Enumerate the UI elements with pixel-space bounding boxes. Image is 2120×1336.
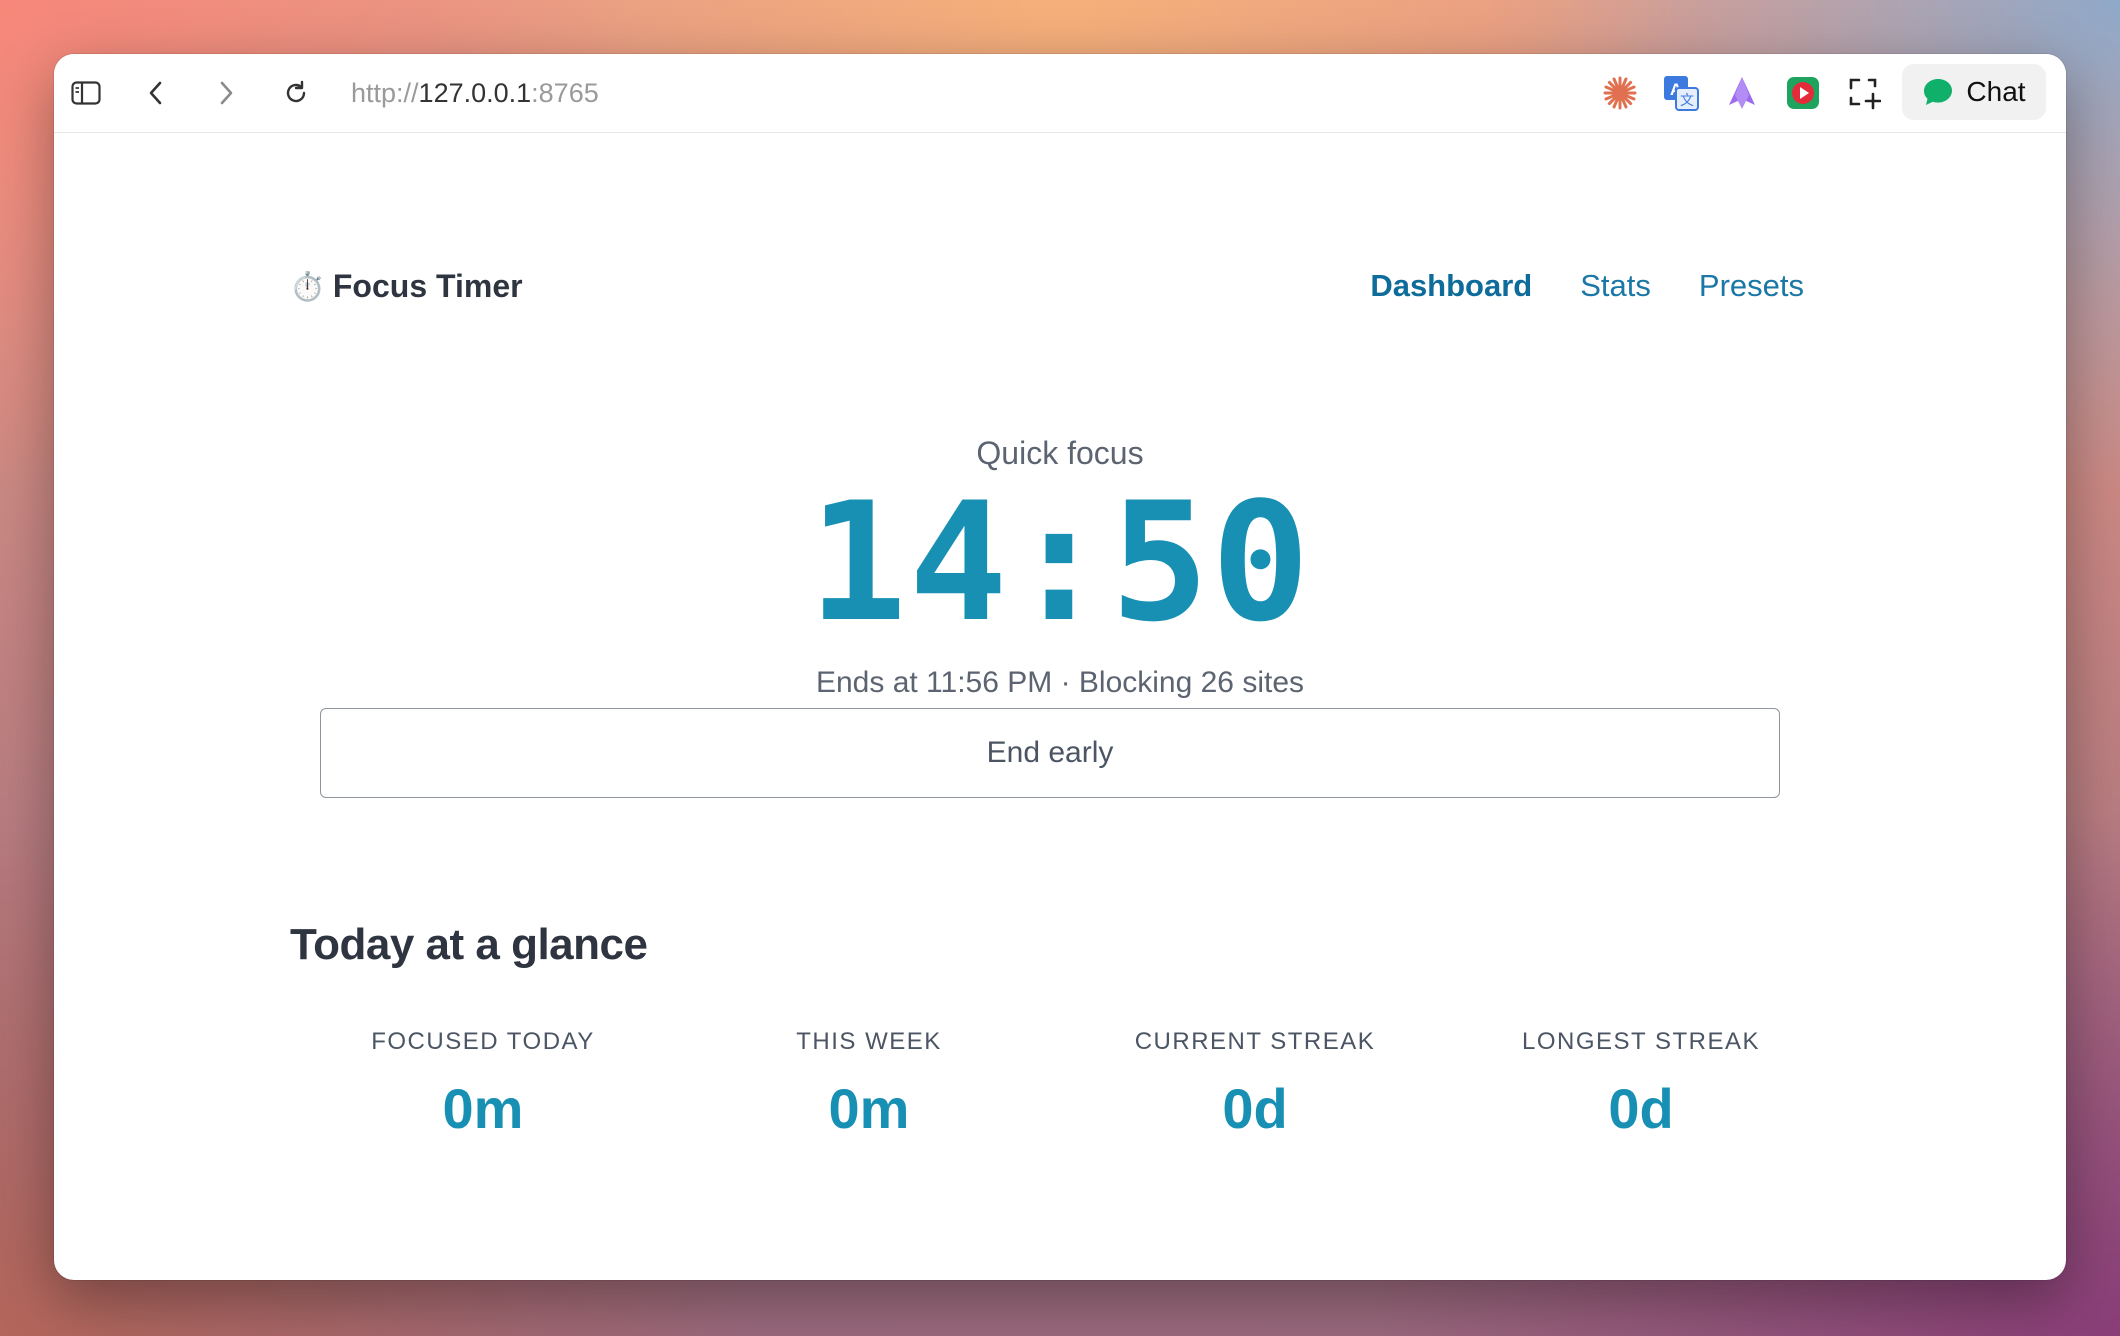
nav-presets[interactable]: Presets bbox=[1699, 268, 1804, 304]
nav-stats[interactable]: Stats bbox=[1580, 268, 1651, 304]
main-nav: Dashboard Stats Presets bbox=[1370, 266, 1804, 306]
stat-longest-streak: LONGEST STREAK 0d bbox=[1448, 1028, 1834, 1141]
glance-stats: FOCUSED TODAY 0m THIS WEEK 0m CURRENT ST… bbox=[290, 1028, 1834, 1141]
countdown-timer: 14:50 bbox=[808, 467, 1312, 658]
end-early-button[interactable]: End early bbox=[320, 708, 1780, 798]
nav-dashboard[interactable]: Dashboard bbox=[1370, 268, 1532, 304]
browser-window: http://127.0.0.1:8765 A文 Chat ⏱️ Focus T… bbox=[54, 54, 2066, 1280]
stat-label: LONGEST STREAK bbox=[1522, 1028, 1760, 1055]
stopwatch-icon: ⏱️ bbox=[290, 270, 325, 302]
chat-label: Chat bbox=[1966, 76, 2026, 107]
forward-icon[interactable] bbox=[206, 73, 246, 113]
claude-icon[interactable] bbox=[1600, 73, 1640, 113]
chat-bubble-icon bbox=[1924, 79, 1953, 105]
stat-value: 0d bbox=[1222, 1077, 1288, 1140]
page-content: ⏱️ Focus Timer Dashboard Stats Presets Q… bbox=[54, 133, 2066, 1280]
glance-heading: Today at a glance bbox=[290, 920, 648, 969]
stat-label: CURRENT STREAK bbox=[1134, 1028, 1376, 1055]
stat-value: 0m bbox=[828, 1077, 910, 1140]
ai-extension-icon[interactable] bbox=[1722, 73, 1762, 113]
chat-button[interactable]: Chat bbox=[1902, 64, 2046, 120]
address-bar[interactable]: http://127.0.0.1:8765 bbox=[351, 76, 599, 110]
url-scheme: http:// bbox=[351, 78, 419, 108]
stat-value: 0d bbox=[1608, 1077, 1674, 1140]
stat-value: 0m bbox=[442, 1077, 524, 1140]
screenshot-icon[interactable] bbox=[1844, 73, 1884, 113]
svg-text:文: 文 bbox=[1680, 93, 1694, 109]
app-title: Focus Timer bbox=[332, 267, 523, 304]
url-port: :8765 bbox=[531, 78, 599, 108]
url-host: 127.0.0.1 bbox=[418, 78, 532, 108]
app-brand[interactable]: ⏱️ Focus Timer bbox=[290, 266, 523, 306]
translate-icon[interactable]: A文 bbox=[1661, 73, 1701, 113]
stat-current-streak: CURRENT STREAK 0d bbox=[1062, 1028, 1448, 1141]
stat-label: FOCUSED TODAY bbox=[371, 1028, 595, 1055]
back-icon[interactable] bbox=[136, 73, 176, 113]
stat-label: THIS WEEK bbox=[796, 1028, 942, 1055]
video-extension-icon[interactable] bbox=[1783, 73, 1823, 113]
sidebar-toggle-icon[interactable] bbox=[66, 73, 106, 113]
reload-icon[interactable] bbox=[276, 73, 316, 113]
browser-toolbar: http://127.0.0.1:8765 A文 Chat bbox=[54, 54, 2066, 133]
session-details: Ends at 11:56 PM · Blocking 26 sites bbox=[815, 666, 1305, 699]
stat-this-week: THIS WEEK 0m bbox=[676, 1028, 1062, 1141]
stat-focused-today: FOCUSED TODAY 0m bbox=[290, 1028, 676, 1141]
